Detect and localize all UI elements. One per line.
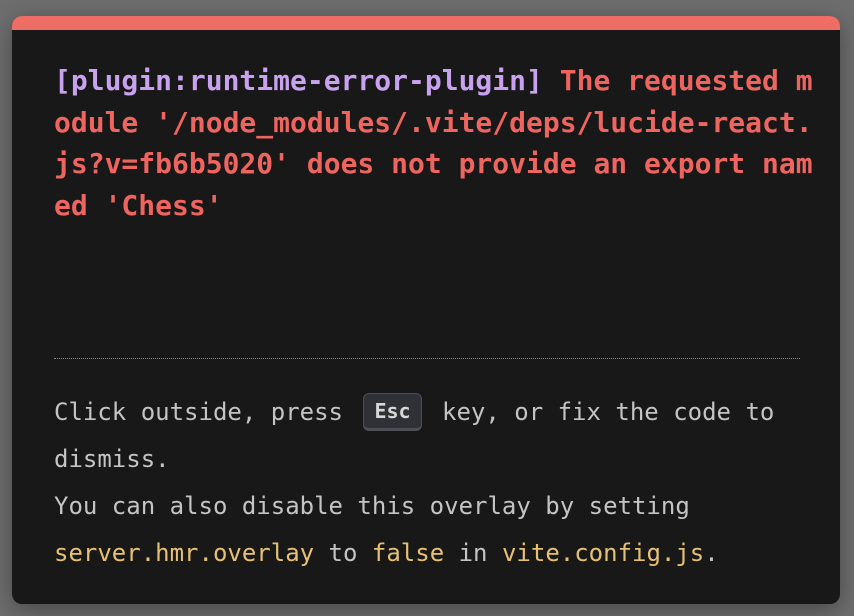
error-overlay: [plugin:runtime-error-plugin] The reques…	[12, 16, 840, 604]
tip-period: .	[704, 539, 719, 567]
error-message: [plugin:runtime-error-plugin] The reques…	[54, 60, 814, 226]
error-accent-bar	[12, 16, 840, 30]
config-option-code: server.hmr.overlay	[54, 539, 315, 567]
tip-text-3: You can also disable this overlay by set…	[54, 492, 690, 520]
false-value-code: false	[371, 539, 445, 567]
esc-key[interactable]: Esc	[363, 393, 422, 431]
tip-text-5: in	[458, 539, 488, 567]
config-file-code: vite.config.js	[501, 539, 705, 567]
plugin-name: [plugin:runtime-error-plugin]	[54, 64, 543, 97]
dismiss-tip: Click outside, press Esc key, or fix the…	[54, 389, 814, 577]
tip-text-4: to	[328, 539, 358, 567]
divider	[54, 358, 800, 359]
tip-text-1: Click outside, press	[54, 398, 343, 426]
